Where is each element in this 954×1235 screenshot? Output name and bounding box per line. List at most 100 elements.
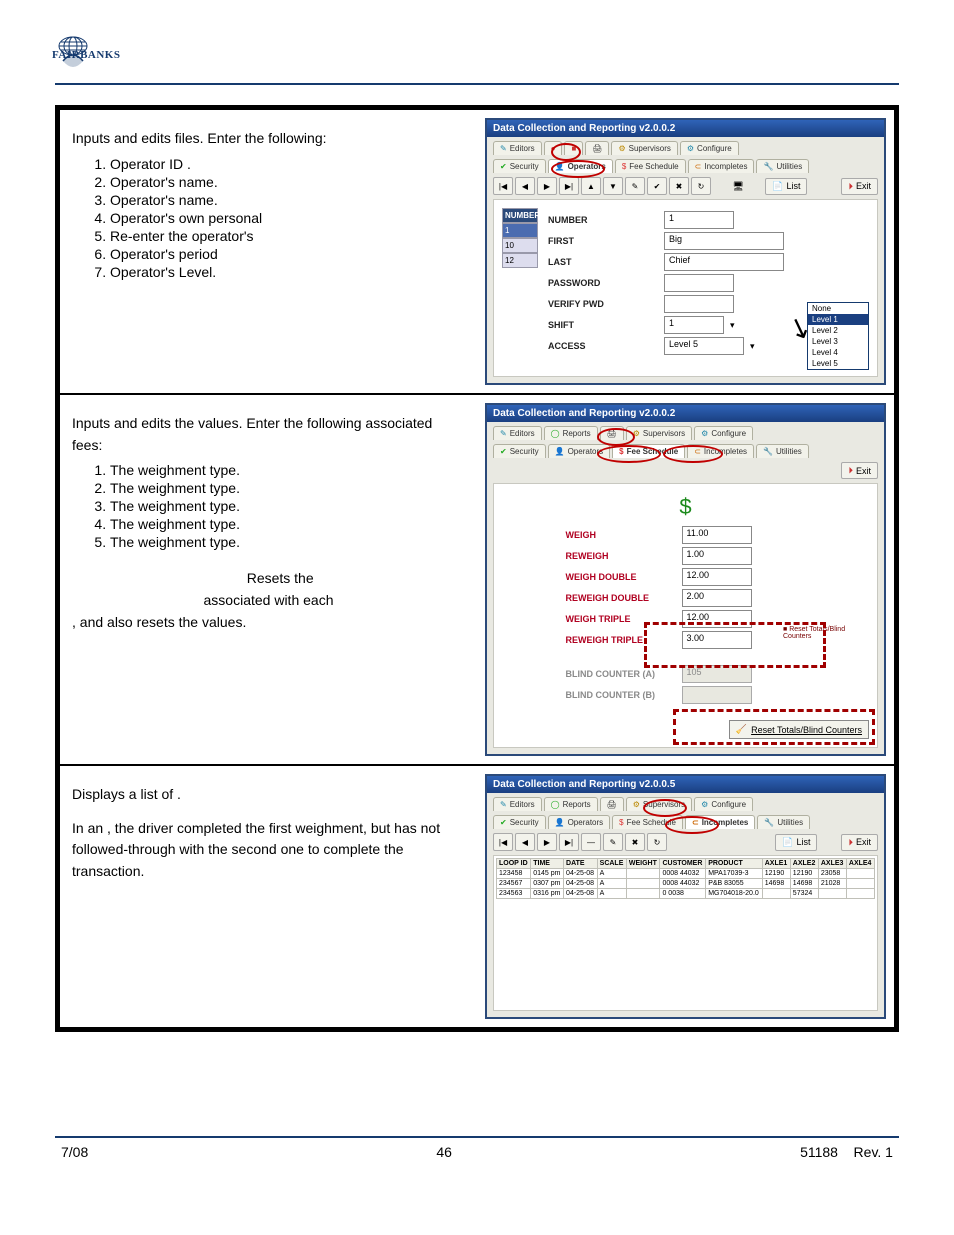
edit-button[interactable]: ✎ bbox=[625, 177, 645, 195]
exit-button[interactable]: ⏵Exit bbox=[841, 462, 878, 479]
fld-verify[interactable] bbox=[664, 295, 734, 313]
cancel-button[interactable]: ✖ bbox=[625, 833, 645, 851]
page-logo-row: FAIRBANKS bbox=[55, 35, 899, 73]
add-button[interactable]: ▲ bbox=[581, 177, 601, 195]
tab-fee-schedule[interactable]: $Fee Schedule bbox=[615, 159, 686, 173]
operators-screenshot: Data Collection and Reporting v2.0.0.2 ✎… bbox=[485, 118, 886, 385]
exit-button[interactable]: ⏵Exit bbox=[841, 834, 878, 851]
lbl-weigh: WEIGH bbox=[566, 530, 676, 540]
incompletes-description: Displays a list of . In an , the driver … bbox=[60, 766, 477, 1027]
highlight-circle-icon bbox=[643, 799, 687, 817]
lbl-access: ACCESS bbox=[548, 341, 658, 351]
tab-utilities[interactable]: 🔧Utilities bbox=[756, 444, 809, 458]
fee-schedule-screenshot: Data Collection and Reporting v2.0.0.2 ✎… bbox=[485, 403, 886, 756]
fld-reweigh[interactable]: 1.00 bbox=[682, 547, 752, 565]
tab-editors[interactable]: ✎Editors bbox=[493, 426, 542, 440]
tab-supervisors[interactable]: ⚙Supervisors bbox=[611, 141, 677, 155]
lbl-first: FIRST bbox=[548, 236, 658, 246]
nav-last-button[interactable]: ▶| bbox=[559, 177, 579, 195]
lbl-blind-a: BLIND COUNTER (A) bbox=[566, 669, 676, 679]
tab-icon-only[interactable]: 🖨 bbox=[600, 797, 624, 811]
tab-configure[interactable]: ⚙Configure bbox=[680, 141, 739, 155]
tab-security[interactable]: ✔Security bbox=[493, 159, 546, 173]
lbl-weigh-triple: WEIGH TRIPLE bbox=[566, 614, 676, 624]
fld-access[interactable]: Level 5 bbox=[664, 337, 744, 355]
lbl-reweigh-triple: REWEIGH TRIPLE bbox=[566, 635, 676, 645]
tab-security[interactable]: ✔Security bbox=[493, 815, 546, 829]
tab-operators[interactable]: 👤Operators bbox=[548, 815, 611, 829]
table-row[interactable]: 2345670307 pm04-25-08 A0008 44032 P&B 83… bbox=[497, 879, 875, 889]
tab-editors[interactable]: ✎Editors bbox=[493, 141, 542, 155]
number-list-column[interactable]: NUMBER 1 10 12 bbox=[502, 208, 538, 368]
tab-icon-only[interactable]: 🖨 bbox=[585, 141, 609, 155]
tab-utilities[interactable]: 🔧Utilities bbox=[757, 815, 810, 829]
fld-blind-b bbox=[682, 686, 752, 704]
lbl-weigh-double: WEIGH DOUBLE bbox=[566, 572, 676, 582]
fld-weigh[interactable]: 11.00 bbox=[682, 526, 752, 544]
table-row[interactable]: 1234580145 pm04-25-08 A0008 44032 MPA170… bbox=[497, 869, 875, 879]
fld-first[interactable]: Big bbox=[664, 232, 784, 250]
table-row[interactable]: 2345630316 pm04-25-08 A0 0038 MG704018-2… bbox=[497, 889, 875, 899]
footer-doc: 51188 Rev. 1 bbox=[800, 1144, 893, 1160]
lbl-password: PASSWORD bbox=[548, 278, 658, 288]
tab-supervisors[interactable]: ⚙Supervisors bbox=[626, 426, 692, 440]
tab-incompletes[interactable]: ⊂Incompletes bbox=[688, 159, 755, 173]
chevron-down-icon[interactable]: ▾ bbox=[730, 320, 735, 331]
window-titlebar: Data Collection and Reporting v2.0.0.2 bbox=[487, 120, 884, 137]
delete-button[interactable]: ▼ bbox=[603, 177, 623, 195]
fld-shift[interactable]: 1 bbox=[664, 316, 724, 334]
nav-last-button[interactable]: ▶| bbox=[559, 833, 579, 851]
window-titlebar: Data Collection and Reporting v2.0.0.2 bbox=[487, 405, 884, 422]
operators-description: Inputs and edits files. Enter the follow… bbox=[60, 110, 477, 393]
incompletes-grid[interactable]: LOOP IDTIMEDATE SCALEWEIGHTCUSTOMER PROD… bbox=[496, 858, 875, 899]
exit-button[interactable]: ⏵Exit bbox=[841, 178, 878, 195]
pc-icon: 🖥 bbox=[732, 181, 743, 192]
lbl-last: LAST bbox=[548, 257, 658, 267]
nav-next-button[interactable]: ▶ bbox=[537, 177, 557, 195]
refresh-button[interactable]: ↻ bbox=[647, 833, 667, 851]
lbl-reweigh: REWEIGH bbox=[566, 551, 676, 561]
tab-reports[interactable]: ◯Reports bbox=[544, 426, 598, 440]
list-button[interactable]: 📄List bbox=[775, 834, 817, 851]
nav-prev-button[interactable]: ◀ bbox=[515, 833, 535, 851]
reset-totals-button[interactable]: 🧹 Reset Totals/Blind Counters bbox=[729, 720, 869, 739]
highlight-circle-icon bbox=[597, 445, 661, 463]
delete-button[interactable]: — bbox=[581, 833, 601, 851]
highlight-circle-icon bbox=[597, 428, 635, 446]
highlight-circle-icon bbox=[551, 143, 581, 161]
dollar-icon: $ bbox=[502, 494, 869, 520]
footer-date: 7/08 bbox=[61, 1144, 88, 1160]
tab-configure[interactable]: ⚙Configure bbox=[694, 426, 753, 440]
fld-weigh-double[interactable]: 12.00 bbox=[682, 568, 752, 586]
fld-reweigh-double[interactable]: 2.00 bbox=[682, 589, 752, 607]
nav-prev-button[interactable]: ◀ bbox=[515, 177, 535, 195]
lbl-verify: VERIFY PWD bbox=[548, 299, 658, 309]
fld-reweigh-triple[interactable]: 3.00 bbox=[682, 631, 752, 649]
fee-list: The weighment type. The weighment type. … bbox=[72, 462, 465, 550]
tab-security[interactable]: ✔Security bbox=[493, 444, 546, 458]
window-titlebar: Data Collection and Reporting v2.0.0.5 bbox=[487, 776, 884, 793]
fee-schedule-description: Inputs and edits the values. Enter the f… bbox=[60, 395, 477, 764]
nav-first-button[interactable]: |◀ bbox=[493, 833, 513, 851]
edit-button[interactable]: ✎ bbox=[603, 833, 623, 851]
fld-last[interactable]: Chief bbox=[664, 253, 784, 271]
operators-list: Operator ID . Operator's name. Operator'… bbox=[72, 156, 465, 280]
ok-button[interactable]: ✔ bbox=[647, 177, 667, 195]
list-button[interactable]: 📄List bbox=[765, 178, 807, 195]
cancel-button[interactable]: ✖ bbox=[669, 177, 689, 195]
fld-number[interactable]: 1 bbox=[664, 211, 734, 229]
fld-weigh-triple[interactable]: 12.00 bbox=[682, 610, 752, 628]
nav-next-button[interactable]: ▶ bbox=[537, 833, 557, 851]
chevron-down-icon[interactable]: ▾ bbox=[750, 341, 755, 352]
lbl-reweigh-double: REWEIGH DOUBLE bbox=[566, 593, 676, 603]
tab-configure[interactable]: ⚙Configure bbox=[694, 797, 753, 811]
refresh-button[interactable]: ↻ bbox=[691, 177, 711, 195]
tab-utilities[interactable]: 🔧Utilities bbox=[756, 159, 809, 173]
incompletes-screenshot: Data Collection and Reporting v2.0.0.5 ✎… bbox=[485, 774, 886, 1019]
nav-first-button[interactable]: |◀ bbox=[493, 177, 513, 195]
tab-reports[interactable]: ◯Reports bbox=[544, 797, 598, 811]
content-frame: Inputs and edits files. Enter the follow… bbox=[55, 105, 899, 1032]
fld-password[interactable] bbox=[664, 274, 734, 292]
tab-editors[interactable]: ✎Editors bbox=[493, 797, 542, 811]
access-dropdown[interactable]: None Level 1 Level 2 Level 3 Level 4 Lev… bbox=[807, 302, 869, 370]
